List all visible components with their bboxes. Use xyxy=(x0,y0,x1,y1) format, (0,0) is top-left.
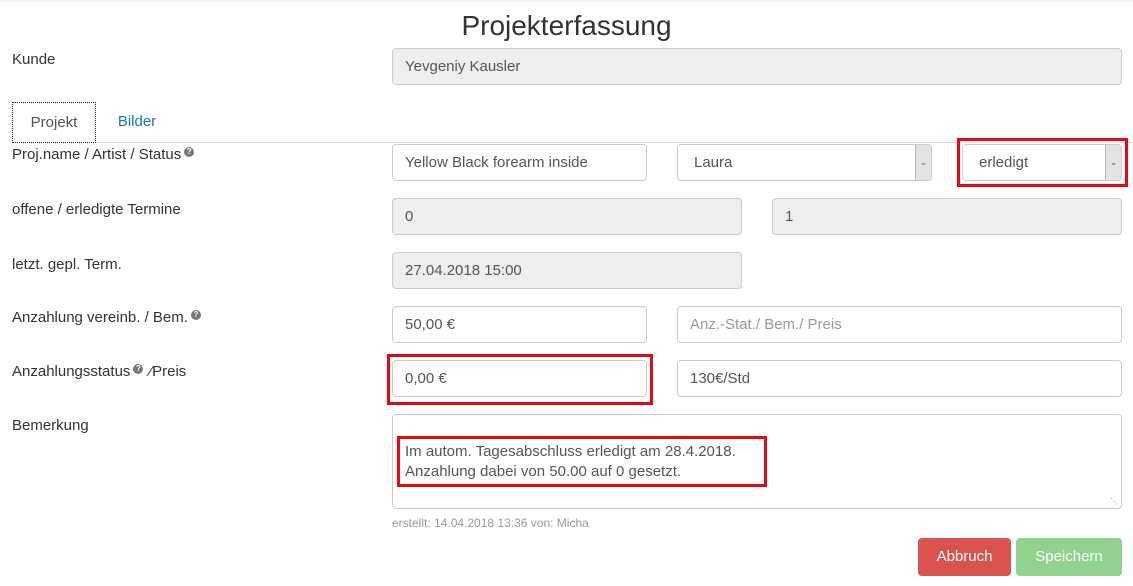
bemerkung-label: Bemerkung xyxy=(12,417,89,434)
artist-select[interactable]: Laura ⌄ xyxy=(677,144,932,181)
highlight-remark xyxy=(397,436,767,487)
question-circle-icon[interactable]: ? xyxy=(184,147,195,157)
highlight-deposit-status xyxy=(387,354,653,405)
resize-handle-icon[interactable]: ⋱ xyxy=(1110,497,1118,506)
price-input[interactable]: 130€/Std xyxy=(677,360,1122,397)
done-appointments-field: 1 xyxy=(772,198,1122,235)
kunde-field: Yevgeniy Kausler xyxy=(392,48,1122,85)
project-name-input[interactable]: Yellow Black forearm inside xyxy=(392,144,647,181)
projname-label: Proj.name / Artist / Status? xyxy=(12,146,195,163)
save-button[interactable]: Speichern xyxy=(1016,538,1122,576)
kunde-label: Kunde xyxy=(12,51,56,68)
preis-label-text: ⁄Preis xyxy=(149,363,187,380)
anzahlung-label: Anzahlung vereinb. / Bem.? xyxy=(12,309,201,326)
deposit-remark-input[interactable]: Anz.-Stat./ Bem./ Preis xyxy=(677,306,1122,343)
highlight-status xyxy=(957,138,1128,187)
open-appointments-field: 0 xyxy=(392,198,742,235)
tab-projekt[interactable]: Projekt xyxy=(12,102,96,143)
anzahlung-label-text: Anzahlung vereinb. / Bem. xyxy=(12,309,188,326)
anzahlungsstatus-label-text: Anzahlungsstatus xyxy=(12,363,131,380)
last-term-label: letzt. gepl. Term. xyxy=(12,256,122,273)
anzahlungsstatus-label: Anzahlungsstatus? ⁄Preis xyxy=(12,363,186,380)
deposit-agreed-input[interactable]: 50,00 € xyxy=(392,306,647,343)
question-circle-icon[interactable]: ? xyxy=(190,310,201,320)
termine-label: offene / erledigte Termine xyxy=(12,201,181,218)
artist-select-value: Laura xyxy=(694,154,733,171)
cancel-button[interactable]: Abbruch xyxy=(918,538,1011,576)
question-circle-icon[interactable]: ? xyxy=(133,364,144,374)
tab-bilder[interactable]: Bilder xyxy=(104,102,170,143)
projname-label-text: Proj.name / Artist / Status xyxy=(12,146,182,163)
top-strip xyxy=(0,0,1133,2)
chevron-down-icon[interactable]: ⌄ xyxy=(915,145,931,180)
page-title: Projekterfassung xyxy=(461,10,672,41)
created-info: erstellt: 14.04.2018 13:36 von: Micha xyxy=(392,516,589,530)
last-term-field: 27.04.2018 15:00 xyxy=(392,252,742,289)
